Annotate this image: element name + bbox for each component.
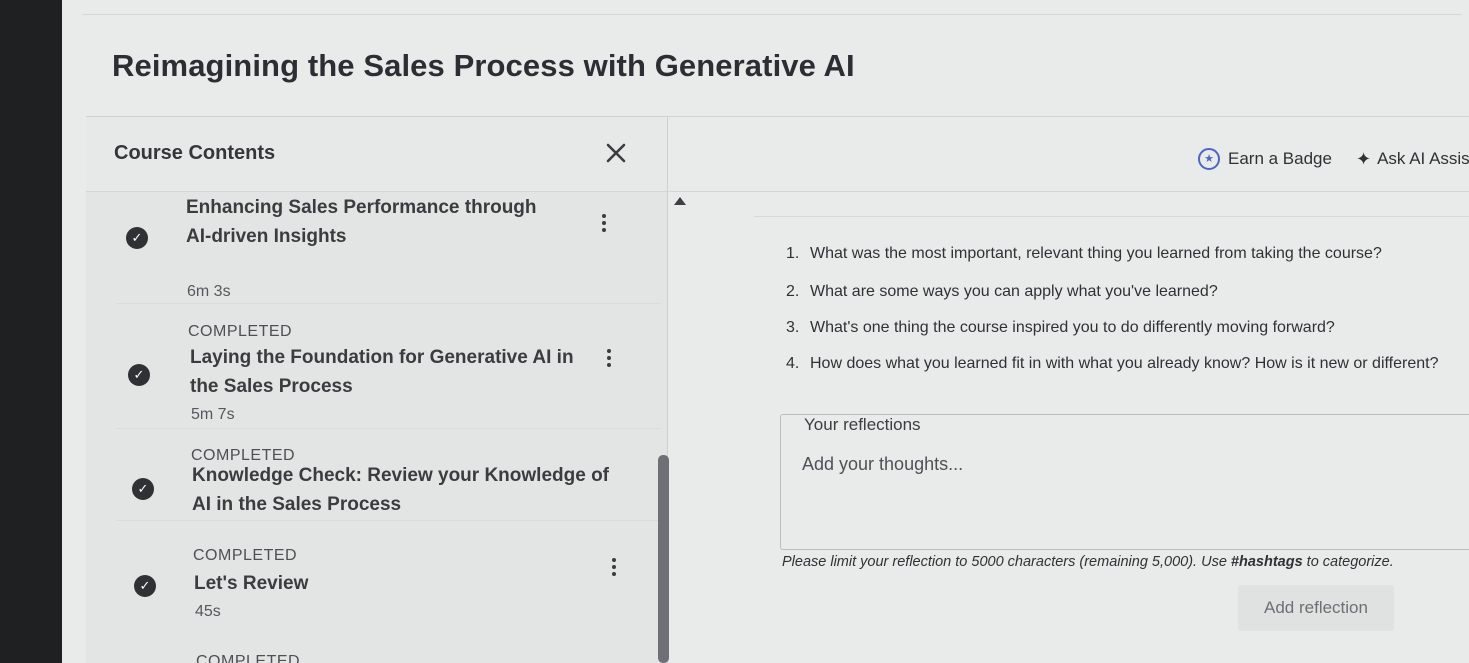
question-item: 3. What's one thing the course inspired y… [786,319,1335,337]
screen: Reimagining the Sales Process with Gener… [62,0,1469,663]
question-item: 2. What are some ways you can apply what … [786,283,1218,301]
question-number: 2. [786,283,800,300]
more-vertical-icon[interactable] [609,555,619,581]
question-number: 4. [786,355,800,372]
item-duration: 45s [195,603,221,620]
divider [116,428,661,429]
question-text: How does what you learned fit in with wh… [810,355,1439,372]
top-divider [82,14,1462,15]
sidebar-header: Course Contents [86,117,667,192]
reflection-input[interactable] [800,452,1444,516]
close-icon[interactable] [602,139,630,167]
question-text: What's one thing the course inspired you… [810,319,1335,336]
item-title: Knowledge Check: Review your Knowledge o… [192,465,610,515]
question-item: 4. How does what you learned fit in with … [786,355,1438,373]
ask-ai-label: Ask AI Assist [1377,149,1469,168]
question-text: What was the most important, relevant th… [810,245,1382,262]
hint-suffix: to categorize. [1302,554,1394,570]
divider [116,520,661,521]
check-icon: ✓ [134,575,156,597]
item-duration: 5m 7s [191,406,235,423]
list-item[interactable]: COMPLETED ✓ Knowledge Check: Review your… [86,445,667,541]
more-vertical-icon[interactable] [604,346,614,372]
character-limit-hint: Please limit your reflection to 5000 cha… [782,554,1394,570]
reflection-panel: ★ Earn a Badge ✦ Ask AI Assist 1. What wa… [668,117,1469,663]
question-item: 1. What was the most important, relevant … [786,245,1382,263]
question-text: What are some ways you can apply what yo… [810,283,1218,300]
check-icon: ✓ [128,364,150,386]
badge-star-icon: ★ [1198,148,1220,170]
ask-ai-button[interactable]: ✦ Ask AI Assist [1356,147,1469,171]
question-number: 3. [786,319,800,336]
sparkle-icon: ✦ [1356,148,1372,169]
list-item[interactable]: COMPLETED ✓ Let's Review 45s COMPLETED [86,545,667,663]
divider [116,303,661,304]
reflection-label: Your reflections [798,415,927,435]
page-title: Reimagining the Sales Process with Gener… [112,48,855,83]
check-icon: ✓ [132,478,154,500]
item-title: Enhancing Sales Performance through AI-d… [186,197,537,247]
hint-prefix: Please limit your reflection to 5000 cha… [782,554,1231,570]
item-duration: 6m 3s [187,283,231,300]
item-title: Laying the Foundation for Generative AI … [190,347,574,397]
list-item[interactable]: ✓ Enhancing Sales Performance through AI… [86,191,667,319]
more-vertical-icon[interactable] [599,211,609,237]
divider [754,216,1469,217]
list-item[interactable]: COMPLETED ✓ Laying the Foundation for Ge… [86,319,667,445]
toolbar: ★ Earn a Badge ✦ Ask AI Assist [668,117,1469,192]
status-badge: COMPLETED [188,323,293,340]
hint-hashtags: #hashtags [1230,554,1303,570]
sidebar-title: Course Contents [114,142,276,164]
status-badge: COMPLETED [193,547,298,564]
earn-badge-button[interactable]: ★ Earn a Badge [1198,147,1332,171]
status-badge: COMPLETED [196,653,301,663]
question-number: 1. [786,245,800,262]
item-title: Let's Review [194,573,309,594]
earn-badge-label: Earn a Badge [1228,149,1332,168]
add-reflection-button[interactable]: Add reflection [1238,585,1394,631]
course-contents-sidebar: Course Contents ✓ Enhancing Sales Perfor… [86,117,686,663]
check-icon: ✓ [126,227,148,249]
